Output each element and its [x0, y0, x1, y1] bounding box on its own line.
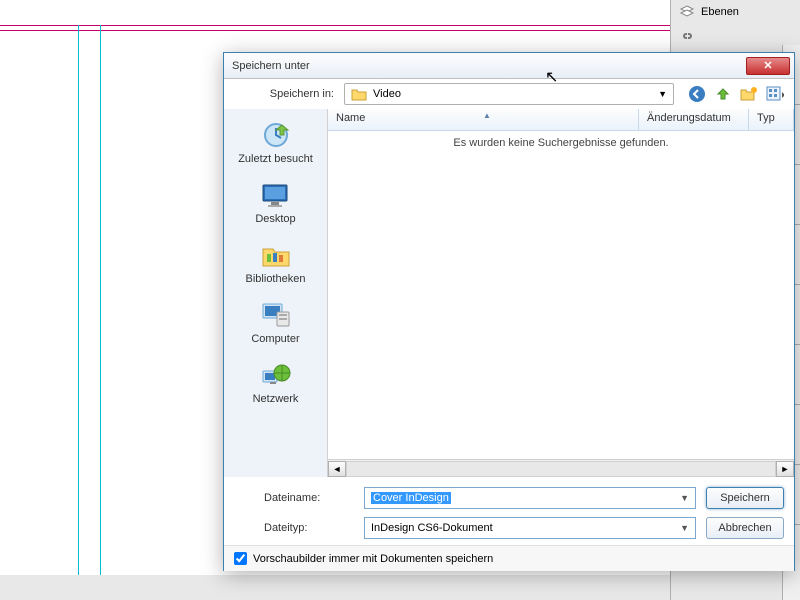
location-bar: Speichern in: Video ▼: [224, 79, 794, 109]
filetype-label: Dateityp:: [234, 522, 354, 534]
save-in-label: Speichern in:: [234, 88, 334, 100]
layers-icon: [679, 4, 695, 20]
filename-value: Cover InDesign: [371, 492, 451, 504]
scroll-track[interactable]: [346, 461, 776, 477]
back-button[interactable]: [688, 85, 706, 103]
dialog-title: Speichern unter: [228, 60, 746, 72]
column-header-name[interactable]: Name▲: [328, 109, 639, 130]
dialog-bottom: Dateiname: Cover InDesign ▼ Speichern Da…: [224, 477, 794, 545]
new-folder-button[interactable]: [740, 85, 758, 103]
desktop-icon: [259, 179, 291, 211]
panel-label: Ebenen: [701, 6, 739, 18]
column-header-date[interactable]: Änderungsdatum: [639, 109, 749, 130]
scroll-right-button[interactable]: ►: [776, 461, 794, 477]
sidebar-item-label: Netzwerk: [253, 393, 299, 405]
cancel-button[interactable]: Abbrechen: [706, 517, 784, 539]
libraries-icon: [260, 239, 292, 271]
chevron-down-icon: ▼: [680, 493, 689, 503]
recent-icon: [260, 119, 292, 151]
save-button[interactable]: Speichern: [706, 487, 784, 509]
empty-message: Es wurden keine Suchergebnisse gefunden.: [328, 131, 794, 459]
chevron-down-icon: ▼: [658, 89, 667, 99]
filetype-combobox[interactable]: InDesign CS6-Dokument ▼: [364, 517, 696, 539]
filename-combobox[interactable]: Cover InDesign ▼: [364, 487, 696, 509]
sidebar-item-desktop[interactable]: Desktop: [251, 175, 299, 229]
computer-icon: [259, 299, 291, 331]
network-icon: [260, 359, 292, 391]
column-headers: Name▲ Änderungsdatum Typ: [328, 109, 794, 131]
sidebar-item-recent[interactable]: Zuletzt besucht: [234, 115, 317, 169]
sidebar-item-network[interactable]: Netzwerk: [249, 355, 303, 409]
panel-row-links[interactable]: [671, 24, 800, 48]
horizontal-scrollbar[interactable]: ◄ ►: [328, 459, 794, 477]
up-button[interactable]: [714, 85, 732, 103]
close-button[interactable]: ✕: [746, 57, 790, 75]
panel-row-ebenen[interactable]: Ebenen: [671, 0, 800, 24]
canvas-footer: [0, 575, 670, 600]
folder-icon: [351, 87, 367, 101]
sidebar-item-computer[interactable]: Computer: [247, 295, 303, 349]
close-icon: ✕: [763, 59, 772, 72]
vertical-guide[interactable]: [100, 25, 101, 575]
link-icon: [679, 28, 695, 44]
dialog-titlebar[interactable]: Speichern unter ✕: [224, 53, 794, 79]
column-header-type[interactable]: Typ: [749, 109, 794, 130]
view-menu-button[interactable]: [766, 85, 784, 103]
places-sidebar: Zuletzt besucht Desktop Bibliotheken Com…: [224, 109, 328, 477]
thumbnail-option-row: Vorschaubilder immer mit Dokumenten spei…: [224, 545, 794, 571]
sidebar-item-label: Bibliotheken: [246, 273, 306, 285]
file-list-area: Name▲ Änderungsdatum Typ Es wurden keine…: [328, 109, 794, 477]
filetype-value: InDesign CS6-Dokument: [371, 522, 493, 534]
scroll-left-button[interactable]: ◄: [328, 461, 346, 477]
folder-dropdown[interactable]: Video ▼: [344, 83, 674, 105]
thumbnail-checkbox[interactable]: [234, 552, 247, 565]
vertical-guide[interactable]: [78, 25, 79, 575]
sidebar-item-libraries[interactable]: Bibliotheken: [242, 235, 310, 289]
sidebar-item-label: Zuletzt besucht: [238, 153, 313, 165]
save-as-dialog: Speichern unter ✕ Speichern in: Video ▼ …: [223, 52, 795, 571]
sidebar-item-label: Computer: [251, 333, 299, 345]
sort-asc-icon: ▲: [483, 111, 491, 120]
thumbnail-check-label: Vorschaubilder immer mit Dokumenten spei…: [253, 553, 493, 565]
sidebar-item-label: Desktop: [255, 213, 295, 225]
filename-label: Dateiname:: [234, 492, 354, 504]
folder-name: Video: [373, 88, 401, 100]
chevron-down-icon: ▼: [680, 523, 689, 533]
